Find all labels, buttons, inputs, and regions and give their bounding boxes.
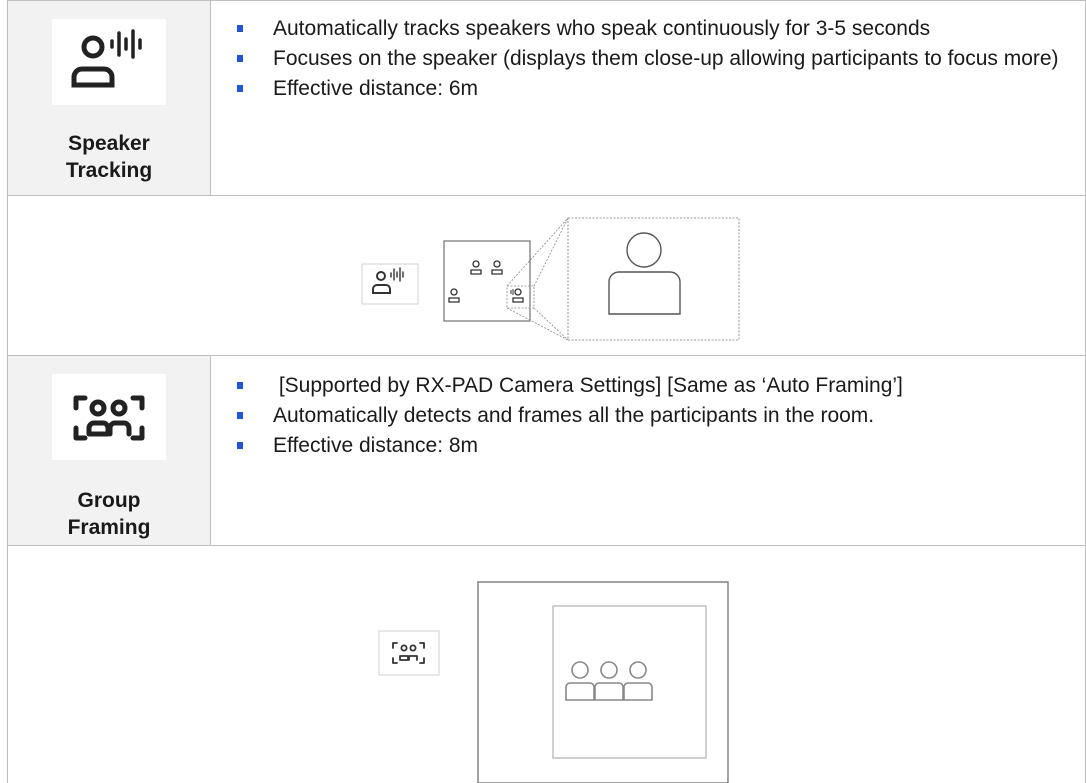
- group-framing-row: Group Framing [Supported by RX-PAD Camer…: [7, 356, 1086, 546]
- group-framing-bullets: [Supported by RX-PAD Camera Settings] [S…: [231, 373, 1071, 463]
- room-overview: [443, 240, 535, 322]
- speaker-voice-icon: [52, 19, 166, 105]
- bullet-icon: [237, 382, 243, 389]
- list-item: Automatically detects and frames all the…: [231, 403, 1071, 429]
- group-framing-title-line1: Group: [77, 489, 141, 512]
- list-item: [Supported by RX-PAD Camera Settings] [S…: [231, 373, 1071, 399]
- feature-table: Speaker Tracking Automatically tracks sp…: [7, 0, 1086, 783]
- group-framing-desc-cell: [Supported by RX-PAD Camera Settings] [S…: [211, 356, 1085, 545]
- group-frame-icon: [52, 374, 166, 460]
- speaker-voice-icon-small: [361, 263, 419, 305]
- speaker-tracking-illustration: [361, 217, 740, 341]
- group-framing-label-cell: Group Framing: [8, 356, 211, 545]
- bullet-icon: [237, 442, 243, 449]
- group-frame-icon-small: [378, 630, 440, 676]
- bullet-text: [Supported by RX-PAD Camera Settings] [S…: [273, 374, 903, 397]
- speaker-closeup: [567, 217, 740, 341]
- bullet-text: Effective distance: 8m: [273, 434, 479, 457]
- bullet-text: Automatically tracks speakers who speak …: [273, 17, 931, 40]
- speaker-tracking-bullets: Automatically tracks speakers who speak …: [231, 16, 1071, 106]
- list-item: Automatically tracks speakers who speak …: [231, 16, 1071, 42]
- bullet-icon: [237, 85, 243, 92]
- speaker-tracking-desc-cell: Automatically tracks speakers who speak …: [211, 1, 1085, 195]
- speaker-tracking-label-cell: Speaker Tracking: [8, 1, 211, 195]
- bullet-text: Automatically detects and frames all the…: [273, 404, 875, 427]
- list-item: Effective distance: 6m: [231, 76, 1071, 102]
- bullet-icon: [237, 412, 243, 419]
- group-framing-title-line2: Framing: [67, 516, 151, 539]
- speaker-tracking-illustration-row: [7, 196, 1086, 356]
- group-framing-illustration: [378, 581, 729, 783]
- speaker-tracking-title-line1: Speaker: [68, 132, 150, 155]
- bullet-icon: [237, 25, 243, 32]
- room-frame: [477, 581, 729, 783]
- list-item: Effective distance: 8m: [231, 433, 1071, 459]
- bullet-icon: [237, 55, 243, 62]
- bullet-text: Focuses on the speaker (displays them cl…: [273, 47, 1059, 70]
- list-item: Focuses on the speaker (displays them cl…: [231, 46, 1071, 72]
- group-framing-illustration-row: [7, 546, 1086, 783]
- speaker-tracking-title-line2: Tracking: [65, 159, 153, 182]
- speaker-tracking-row: Speaker Tracking Automatically tracks sp…: [7, 0, 1086, 196]
- bullet-text: Effective distance: 6m: [273, 77, 479, 100]
